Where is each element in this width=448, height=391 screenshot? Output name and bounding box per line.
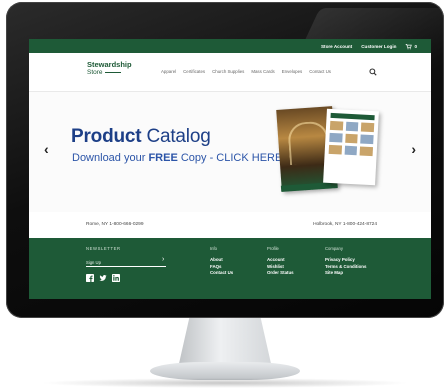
top-bar: Store Account Customer Login 0 [29,39,431,53]
search-icon[interactable] [369,68,377,76]
catalog-product-grid [328,120,375,157]
site-footer: NEWSLETTER › Info [29,238,431,299]
slider-next-button[interactable]: › [411,142,416,156]
nav-item-envelopes[interactable]: Envelopes [282,69,303,74]
footer-heading-profile: Profile [267,246,279,251]
slider-prev-button[interactable]: ‹ [44,142,49,156]
store-account-link[interactable]: Store Account [321,44,352,49]
linkedin-icon[interactable] [112,274,120,282]
customer-login-link[interactable]: Customer Login [361,44,396,49]
hero-title-bold: Product [71,126,142,147]
nav-item-contact-us[interactable]: Contact Us [309,69,331,74]
newsletter-label: NEWSLETTER [86,246,121,251]
hero-cta-post: Copy - CLICK HERE [177,152,283,164]
facebook-icon[interactable] [86,274,94,282]
logo-subtitle: Store [87,69,103,76]
store-logo[interactable]: Stewardship Store [87,60,132,77]
location-rome: Rome, NY 1-800-666-0299 [86,222,144,227]
newsletter-signup-input[interactable] [86,258,166,267]
hero-slider: ‹ Product Catalog Download your FREE Cop… [29,91,431,212]
nav-item-apparel[interactable]: Apparel [161,69,176,74]
footer-column-info: Info About FAQs Contact Us [210,246,233,277]
cart-icon [406,43,413,49]
nav-item-certificates[interactable]: Certificates [183,69,205,74]
hero-title[interactable]: Product Catalog [71,126,211,148]
website-screen: Store Account Customer Login 0 Stewardsh… [29,39,431,299]
footer-heading-info: Info [210,246,217,251]
footer-column-profile: Profile Account Wishlist Order Status [267,246,294,277]
footer-link-order-status[interactable]: Order Status [267,270,294,277]
footer-column-company: Company Privacy Policy Terms & Condition… [325,246,366,277]
logo-rule [104,72,121,73]
nav-item-church-supplies[interactable]: Church Supplies [212,69,244,74]
hero-cta-bold: FREE [148,152,178,164]
cart-count: 0 [414,43,417,49]
monitor-stand-neck [178,318,272,368]
hero-cta[interactable]: Download your FREE Copy - CLICK HERE [72,152,282,164]
twitter-icon[interactable] [99,274,107,282]
logo-title: Stewardship [87,60,132,69]
stand-shadow [40,378,410,388]
location-holbrook: Holbrook, NY 1-800-424-8724 [313,222,377,227]
monitor-frame: Store Account Customer Login 0 Stewardsh… [6,2,448,318]
footer-heading-company: Company [325,246,343,251]
social-links [86,274,120,282]
footer-link-contact-us[interactable]: Contact Us [210,270,233,277]
newsletter-submit-button[interactable]: › [162,256,164,263]
hero-title-rest: Catalog [141,126,211,147]
nav-links: Apparel Certificates Church Supplies Mas… [161,69,331,74]
nav-item-mass-cards[interactable]: Mass Cards [251,69,274,74]
cart-link[interactable]: 0 [405,43,417,50]
contact-strip: Rome, NY 1-800-666-0299 Holbrook, NY 1-8… [29,212,431,238]
hero-cta-pre: Download your [72,152,149,164]
main-nav: Stewardship Store Apparel Certificates C… [29,53,431,91]
footer-link-site-map[interactable]: Site Map [325,270,366,277]
catalog-page [323,108,379,186]
catalog-image[interactable] [276,104,379,202]
